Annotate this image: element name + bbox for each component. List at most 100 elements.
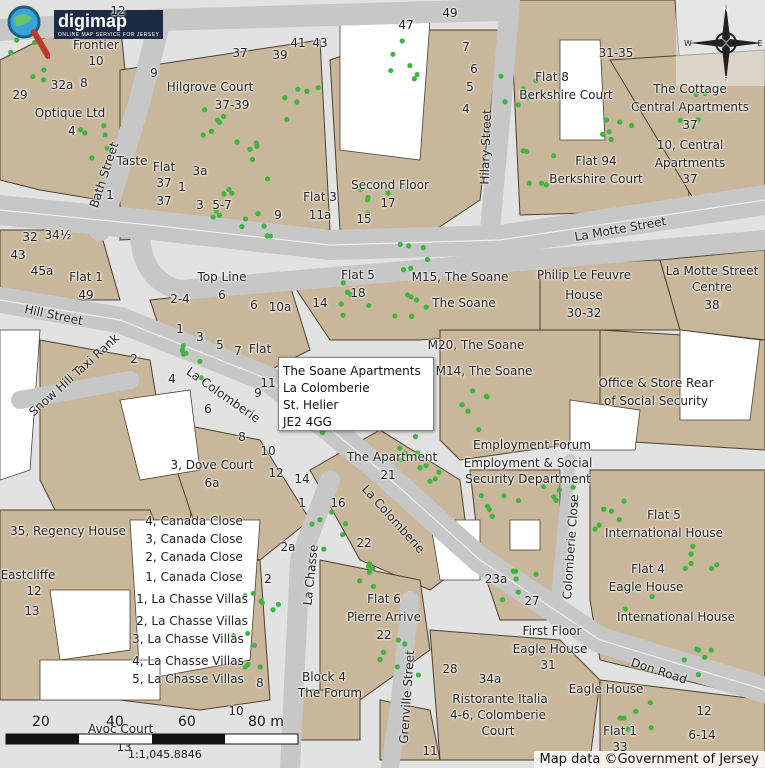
address-popup[interactable]: The Soane Apartments La Colomberie St. H… [278, 357, 434, 431]
property-label: The Cottage [653, 82, 727, 96]
property-label: 27 [524, 594, 540, 608]
property-label: 12 [268, 466, 284, 480]
logo-text: digimap ONLINE MAP SERVICE FOR JERSEY [54, 10, 164, 39]
tree-marker [208, 128, 214, 134]
property-label: Eagle House [568, 682, 644, 696]
property-label: 6 [470, 62, 478, 76]
tree-marker [234, 139, 240, 145]
tree-marker [520, 148, 526, 154]
property-label: 34½ [44, 228, 72, 242]
tree-marker [245, 661, 251, 668]
property-label: 10 [260, 444, 276, 458]
property-label: 37 [156, 194, 172, 208]
tree-marker [601, 506, 607, 512]
property-label: 45a [30, 264, 54, 278]
tree-marker [304, 88, 310, 94]
tree-marker [592, 526, 598, 532]
property-label: 23a [484, 572, 508, 586]
property-label: The Forum [297, 686, 363, 700]
property-label: 16 [330, 496, 346, 510]
property-label: 18 [350, 286, 366, 300]
property-label: 8 [238, 430, 246, 444]
property-label: Court [481, 724, 515, 738]
property-label: 47 [398, 18, 414, 32]
property-label: Security Department [465, 472, 591, 486]
property-label: 11 [260, 376, 276, 390]
property-label: Flat 6 [367, 592, 401, 606]
property-label: 37 [232, 46, 248, 60]
tree-marker [427, 478, 433, 484]
tree-marker [647, 700, 653, 706]
tree-marker [617, 119, 623, 125]
property-label: Taste [116, 154, 148, 168]
tree-marker [357, 578, 363, 584]
property-label: Flat [248, 342, 272, 356]
property-label: 32a [50, 78, 74, 92]
property-label: Centre [691, 280, 733, 294]
property-label: 6-14 [688, 728, 716, 742]
tree-marker [688, 551, 694, 557]
tree-marker [338, 301, 344, 307]
scale-tick-40: 40 [106, 714, 124, 730]
tree-marker [221, 191, 227, 197]
popup-line-2: La Colomberie [283, 381, 370, 395]
tree-marker [394, 664, 400, 670]
tree-marker [317, 517, 323, 523]
scale-tick-60: 60 [178, 714, 196, 730]
tree-marker [714, 562, 720, 568]
property-label: 5, La Chasse Villas [132, 672, 244, 686]
property-label: 21 [380, 468, 396, 482]
tree-marker [690, 543, 696, 549]
property-label: Flat 5 [341, 268, 375, 282]
tree-marker [413, 297, 420, 303]
tree-marker [469, 388, 476, 394]
property-label: Flat 1 [69, 270, 103, 284]
property-label: Office & Store Rear [598, 376, 714, 390]
tree-marker [551, 153, 557, 159]
property-label: Employment Forum [473, 438, 591, 452]
property-label: 4-6, Colomberie [450, 708, 546, 722]
tree-marker [370, 583, 377, 590]
property-label: 37-39 [214, 98, 250, 112]
property-label: 10a [268, 300, 292, 314]
tree-marker [681, 657, 687, 663]
property-label: 2a [280, 540, 296, 554]
tree-marker [608, 136, 614, 143]
tree-marker [502, 99, 508, 105]
tree-marker [344, 289, 351, 295]
map-attribution: Map data ©Government of Jersey [533, 751, 765, 768]
tree-marker [515, 497, 521, 504]
compass-w: W [684, 39, 692, 48]
tree-marker [606, 129, 612, 135]
property-label: 7 [234, 344, 242, 358]
property-label: Frontier [72, 38, 120, 52]
property-label: 2-4 [170, 292, 190, 306]
property-label: 29 [12, 88, 28, 102]
tree-marker [420, 245, 427, 251]
tree-marker [390, 51, 396, 57]
popup-line-1: The Soane Apartments [283, 364, 421, 378]
tree-marker [682, 565, 688, 571]
property-label: 12 [26, 584, 42, 598]
property-label: 3, Dove Court [170, 458, 254, 472]
tree-marker [459, 402, 465, 408]
tree-marker [633, 708, 639, 714]
property-label: Eastcliffe [0, 568, 56, 582]
property-label: 37 [682, 118, 698, 132]
property-label: 8 [80, 76, 88, 90]
tree-marker [239, 223, 245, 230]
tree-marker [366, 302, 372, 309]
property-label: The Apartment [346, 450, 438, 464]
tree-marker [202, 107, 208, 113]
property-label: 4 [68, 124, 76, 138]
tree-marker [216, 212, 223, 218]
map-canvas[interactable]: digimap ONLINE MAP SERVICE FOR JERSEY N … [0, 0, 765, 768]
tree-marker [408, 294, 414, 300]
compass-rose-icon[interactable]: N S E W [676, 0, 765, 86]
property-label: 8 [256, 676, 264, 690]
tree-marker [388, 68, 394, 74]
tree-marker [264, 176, 271, 182]
tree-marker [77, 127, 84, 133]
tree-marker [254, 143, 260, 149]
property-label: 12 [110, 4, 126, 18]
